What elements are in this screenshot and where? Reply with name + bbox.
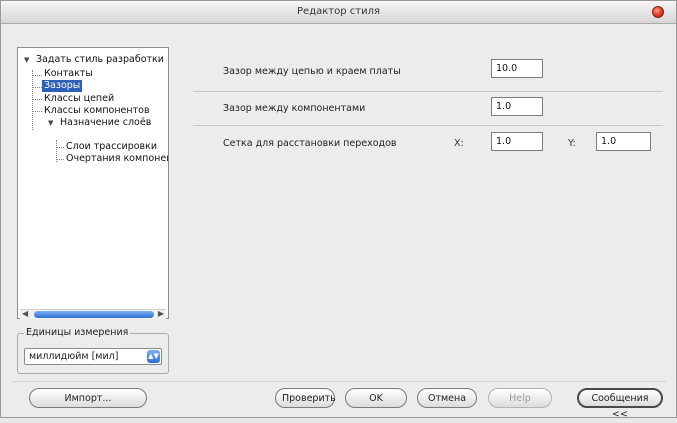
units-legend: Единицы измерения bbox=[24, 327, 131, 338]
board-edge-clearance-input[interactable] bbox=[491, 59, 543, 78]
tree-item-net-classes[interactable]: Классы цепей bbox=[44, 93, 114, 105]
check-button[interactable]: Проверить bbox=[275, 388, 336, 408]
grid-y-label: Y: bbox=[568, 138, 576, 149]
messages-button[interactable]: Сообщения << bbox=[577, 388, 663, 420]
expand-triangle-icon[interactable]: ▼ bbox=[24, 54, 29, 66]
board-edge-clearance-label: Зазор между цепью и краем платы bbox=[223, 66, 401, 77]
style-editor-window: Редактор стиля ▼ Задать стиль разработки… bbox=[0, 0, 677, 420]
units-selected-value: миллидюйм [мил] bbox=[29, 351, 119, 362]
title-bar[interactable]: Редактор стиля bbox=[1, 1, 676, 24]
component-clearance-input[interactable] bbox=[491, 97, 543, 116]
units-group: Единицы измерения миллидюйм [мил] ▲▼ bbox=[17, 327, 169, 374]
grid-x-input[interactable] bbox=[491, 132, 543, 151]
ok-button[interactable]: OK bbox=[345, 388, 407, 408]
window-title: Редактор стиля bbox=[297, 6, 380, 17]
tree-connector bbox=[56, 159, 64, 160]
tree-horizontal-scrollbar[interactable]: ◀ ▶ bbox=[20, 309, 166, 319]
tree-connector bbox=[32, 87, 42, 88]
expand-triangle-icon[interactable]: ▼ bbox=[48, 117, 53, 129]
tree-item-contacts[interactable]: Контакты bbox=[44, 68, 93, 80]
import-button[interactable]: Импорт... bbox=[29, 388, 147, 408]
tree-item-component-classes[interactable]: Классы компонентов bbox=[44, 105, 150, 117]
grid-y-input[interactable] bbox=[596, 132, 651, 151]
tree-item-routing-layers[interactable]: Слои трассировки bbox=[66, 141, 157, 153]
grid-x-label: X: bbox=[454, 138, 464, 149]
help-button[interactable]: Help bbox=[488, 388, 552, 408]
separator bbox=[193, 91, 663, 92]
component-clearance-label: Зазор между компонентами bbox=[223, 103, 366, 114]
footer-separator bbox=[13, 381, 666, 382]
tree-connector bbox=[32, 111, 42, 112]
style-tree: ▼ Задать стиль разработки Контакты Зазор… bbox=[17, 47, 169, 319]
units-select[interactable]: миллидюйм [мил] ▲▼ bbox=[24, 348, 162, 365]
tree-connector bbox=[32, 99, 42, 100]
tree-connector bbox=[32, 70, 33, 130]
tree-connector bbox=[32, 75, 42, 76]
dropdown-arrow-icon[interactable]: ▲▼ bbox=[147, 350, 160, 363]
tree-item-layer-assignment[interactable]: Назначение слоёв bbox=[60, 117, 151, 129]
tree-item-clearances[interactable]: Зазоры bbox=[42, 80, 83, 92]
separator bbox=[193, 125, 663, 126]
via-grid-label: Сетка для расстановки переходов bbox=[223, 138, 397, 149]
tree-item-component-outlines[interactable]: Очертания компонен bbox=[66, 153, 168, 165]
close-icon[interactable] bbox=[652, 6, 664, 18]
scroll-left-icon[interactable]: ◀ bbox=[22, 309, 28, 318]
tree-item-design-style[interactable]: Задать стиль разработки bbox=[36, 54, 164, 66]
scrollbar-thumb[interactable] bbox=[34, 311, 154, 318]
scroll-right-icon[interactable]: ▶ bbox=[158, 309, 164, 318]
cancel-button[interactable]: Отмена bbox=[417, 388, 477, 408]
tree-connector bbox=[56, 147, 64, 148]
